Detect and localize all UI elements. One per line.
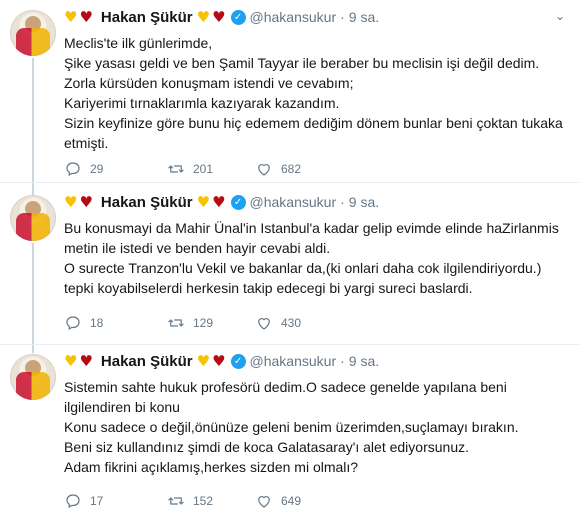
yellow-heart-icon: ♥ [64, 192, 78, 211]
reply-button[interactable]: 18 [64, 314, 167, 332]
yellow-heart-icon: ♥ [196, 351, 211, 370]
verified-badge-icon: ✓ [230, 194, 246, 210]
separator: · [340, 194, 345, 210]
tweet-line: Bu konusmayi da Mahir Ünal'in Istanbul'a… [64, 220, 559, 236]
tweet-line: Konu sadece o değil,önünüze geleni benim… [64, 419, 519, 435]
display-name[interactable]: Hakan Şükür [101, 353, 193, 370]
tweet-line: Şike yasası geldi ve ben Şamil Tayyar il… [64, 55, 540, 71]
separator: · [340, 353, 345, 369]
tweet-line: Meclis'te ilk günlerimde, [64, 35, 213, 51]
reply-button[interactable]: 17 [64, 492, 167, 510]
like-count: 430 [281, 316, 302, 330]
red-heart-icon: ♥ [79, 192, 93, 211]
red-heart-icon: ♥ [212, 351, 226, 370]
thread-connector [32, 243, 34, 345]
reply-icon [66, 494, 80, 509]
username[interactable]: @hakansukur [250, 194, 337, 210]
tweet-line: metin ile istedi ve benden hayir cevabi … [64, 240, 331, 256]
yellow-heart-icon: ♥ [196, 192, 211, 211]
thread-connector [32, 183, 34, 195]
verified-badge-icon: ✓ [230, 9, 246, 25]
tweet-header: ♥ ♥ Hakan Şükür ♥ ♥ ✓ @hakansukur · 9 sa… [64, 192, 559, 212]
tweet-line: Sistemin sahte hukuk profesörü dedim.O s… [64, 379, 507, 395]
thread-connector [32, 345, 34, 353]
red-heart-icon: ♥ [212, 192, 226, 211]
tweet[interactable]: ♥ ♥ Hakan Şükür ♥ ♥ ✓ @hakansukur · 9 sa… [0, 183, 579, 345]
retweet-count: 201 [193, 162, 214, 176]
tweet-line: tepki koyabilselerdi herkesin takip edec… [64, 280, 473, 296]
reply-count: 18 [90, 316, 104, 330]
red-heart-icon: ♥ [79, 351, 93, 370]
like-button[interactable]: 430 [255, 314, 301, 332]
tweet-line: etmişti. [64, 135, 109, 151]
retweet-button[interactable]: 201 [167, 160, 255, 178]
timestamp[interactable]: 9 sa. [349, 194, 379, 210]
tweet-text: Meclis'te ilk günlerimde, Şike yasası ge… [64, 33, 563, 153]
yellow-heart-icon: ♥ [64, 7, 78, 26]
retweet-button[interactable]: 152 [167, 492, 255, 510]
verified-badge-icon: ✓ [230, 353, 246, 369]
tweet-text: Bu konusmayi da Mahir Ünal'in Istanbul'a… [64, 218, 559, 298]
retweet-icon [168, 319, 184, 327]
avatar[interactable] [10, 10, 56, 56]
retweet-icon [168, 165, 184, 173]
heart-icon [258, 164, 270, 176]
tweet[interactable]: ⌄ ♥ ♥ Hakan Şükür ♥ ♥ ✓ @hakansukur · 9 … [0, 0, 579, 183]
like-count: 649 [281, 494, 302, 508]
yellow-heart-icon: ♥ [196, 7, 211, 26]
reply-count: 29 [90, 162, 104, 176]
red-heart-icon: ♥ [79, 7, 93, 26]
reply-count: 17 [90, 494, 104, 508]
tweet-line: Zorla kürsüden konuşmam istendi ve cevab… [64, 75, 354, 91]
reply-button[interactable]: 29 [64, 160, 167, 178]
thread-connector [32, 58, 34, 183]
avatar[interactable] [10, 195, 56, 241]
heart-icon [258, 496, 270, 508]
yellow-heart-icon: ♥ [64, 351, 78, 370]
tweet-header: ♥ ♥ Hakan Şükür ♥ ♥ ✓ @hakansukur · 9 sa… [64, 351, 559, 371]
tweet-line: Sizin keyfinize göre bunu hiç edemem ded… [64, 115, 563, 131]
avatar[interactable] [10, 354, 56, 400]
timestamp[interactable]: 9 sa. [349, 9, 379, 25]
tweet-line: Kariyerimi tırnaklarımla kazıyarak kazan… [64, 95, 340, 111]
tweet-line: ilgilendiren bi konu [64, 399, 180, 415]
heart-icon [258, 318, 270, 330]
retweet-count: 129 [193, 316, 214, 330]
tweet-line: Adam fikrini açıklamış,herkes sizden mi … [64, 459, 359, 475]
like-button[interactable]: 649 [255, 492, 301, 510]
retweet-count: 152 [193, 494, 214, 508]
tweet-text: Sistemin sahte hukuk profesörü dedim.O s… [64, 377, 559, 477]
like-button[interactable]: 682 [255, 160, 301, 178]
retweet-icon [168, 497, 184, 505]
display-name[interactable]: Hakan Şükür [101, 194, 193, 211]
reply-icon [66, 162, 80, 177]
tweet-line: O surecte Tranzon'lu Vekil ve bakanlar d… [64, 260, 542, 276]
separator: · [340, 9, 345, 25]
red-heart-icon: ♥ [212, 7, 226, 26]
username[interactable]: @hakansukur [250, 353, 337, 369]
username[interactable]: @hakansukur [250, 9, 337, 25]
display-name[interactable]: Hakan Şükür [101, 9, 193, 26]
like-count: 682 [281, 162, 302, 176]
timestamp[interactable]: 9 sa. [349, 353, 379, 369]
tweet-header: ♥ ♥ Hakan Şükür ♥ ♥ ✓ @hakansukur · 9 sa… [64, 7, 559, 27]
tweet[interactable]: ♥ ♥ Hakan Şükür ♥ ♥ ✓ @hakansukur · 9 sa… [0, 345, 579, 510]
reply-icon [66, 316, 80, 331]
retweet-button[interactable]: 129 [167, 314, 255, 332]
tweet-line: Beni siz kullandınız şimdi de koca Galat… [64, 439, 469, 455]
